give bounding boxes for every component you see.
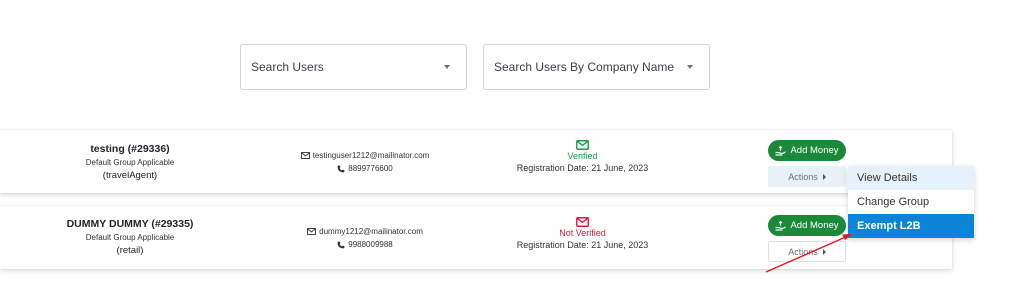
actions-button[interactable]: Actions: [768, 241, 846, 262]
envelope-icon: [500, 217, 665, 227]
verification-status: Not Verified: [559, 228, 606, 238]
user-status: Verified Registration Date: 21 June, 202…: [500, 140, 665, 173]
menu-item-view-details[interactable]: View Details: [848, 166, 974, 190]
envelope-icon: [307, 228, 317, 235]
caret-down-icon: [687, 65, 693, 69]
hand-money-icon: [775, 220, 787, 231]
user-contact: testinguser1212@mailinator.com 889977660…: [280, 151, 450, 173]
user-email: testinguser1212@mailinator.com: [312, 151, 430, 160]
phone-icon: [337, 241, 345, 249]
search-users-placeholder: Search Users: [251, 60, 324, 74]
search-company-placeholder: Search Users By Company Name: [494, 60, 675, 74]
user-card: DUMMY DUMMY (#29335) Default Group Appli…: [0, 206, 952, 269]
user-info: testing (#29336) Default Group Applicabl…: [55, 143, 205, 181]
add-money-label: Add Money: [790, 220, 839, 231]
user-info: DUMMY DUMMY (#29335) Default Group Appli…: [55, 218, 205, 256]
actions-dropdown-menu: View Details Change Group Exempt L2B: [848, 166, 974, 238]
user-card: testing (#29336) Default Group Applicabl…: [0, 130, 952, 193]
menu-item-change-group[interactable]: Change Group: [848, 190, 974, 214]
user-email: dummy1212@mailinator.com: [319, 227, 423, 236]
user-group: Default Group Applicable: [85, 233, 175, 242]
user-role: (retail): [116, 245, 144, 256]
search-company-select[interactable]: Search Users By Company Name: [483, 44, 710, 90]
user-status: Not Verified Registration Date: 21 June,…: [500, 217, 665, 250]
envelope-icon: [500, 140, 665, 150]
add-money-label: Add Money: [790, 145, 839, 156]
caret-right-icon: [822, 248, 826, 255]
add-money-button[interactable]: Add Money: [768, 215, 846, 236]
user-role: (travelAgent): [102, 170, 158, 181]
actions-label: Actions: [788, 246, 818, 257]
phone-icon: [337, 165, 345, 173]
user-phone: 9988009988: [348, 240, 393, 249]
user-phone: 8899776600: [348, 164, 393, 173]
user-name: testing (#29336): [90, 143, 170, 155]
user-contact: dummy1212@mailinator.com 9988009988: [280, 227, 450, 249]
user-name: DUMMY DUMMY (#29335): [66, 218, 194, 230]
verification-status: Verified: [567, 151, 598, 161]
actions-button[interactable]: Actions: [768, 166, 846, 187]
actions-label: Actions: [788, 171, 818, 182]
caret-right-icon: [822, 173, 826, 180]
add-money-button[interactable]: Add Money: [768, 140, 846, 161]
search-users-select[interactable]: Search Users: [240, 44, 467, 90]
registration-date: Registration Date: 21 June, 2023: [516, 240, 649, 250]
registration-date: Registration Date: 21 June, 2023: [516, 163, 649, 173]
caret-down-icon: [444, 65, 450, 69]
envelope-icon: [300, 152, 310, 159]
hand-money-icon: [775, 145, 787, 156]
menu-item-exempt-l2b[interactable]: Exempt L2B: [848, 214, 974, 238]
user-group: Default Group Applicable: [85, 158, 175, 167]
